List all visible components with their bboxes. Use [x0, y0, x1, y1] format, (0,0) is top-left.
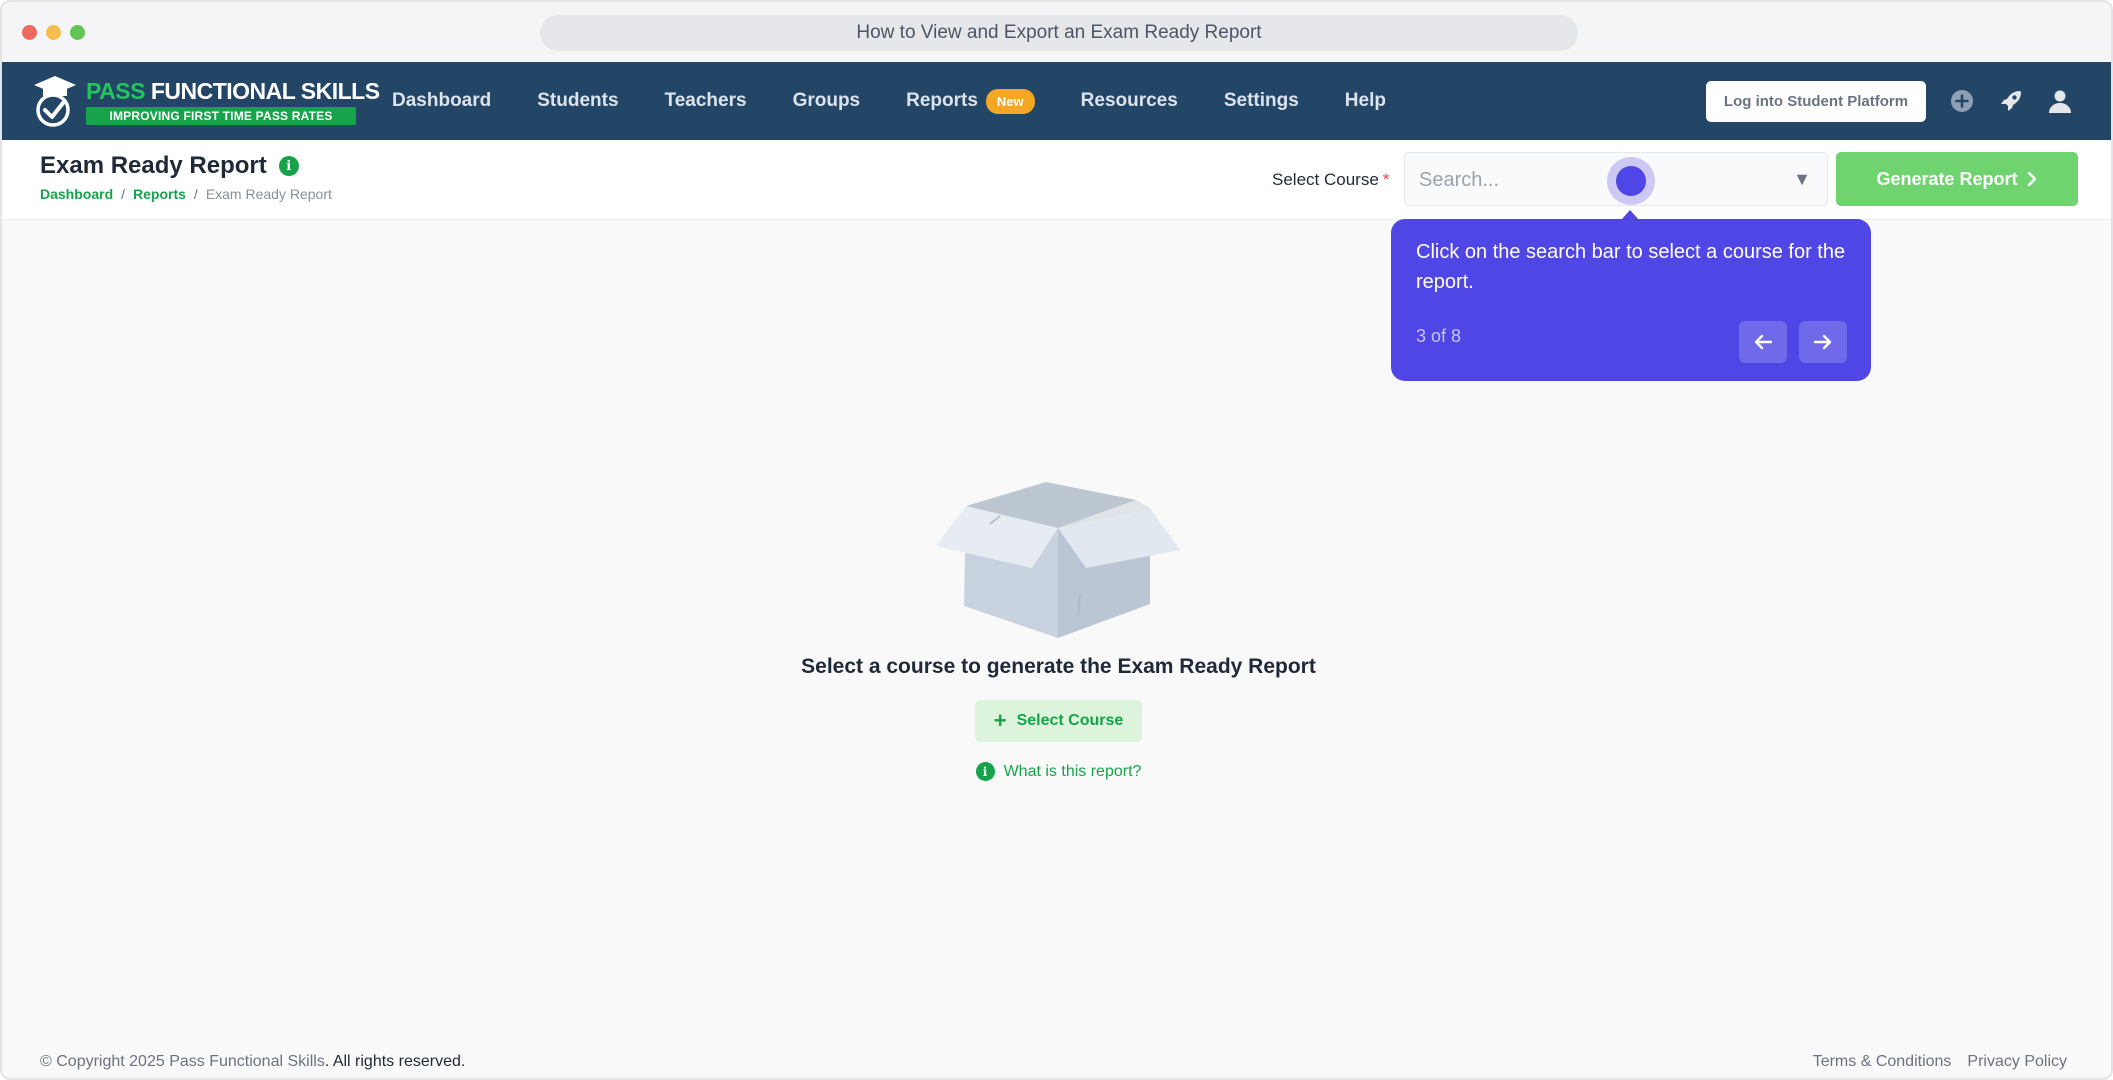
- select-course-button[interactable]: + Select Course: [975, 700, 1142, 742]
- plus-icon: +: [993, 708, 1007, 733]
- browser-window: How to View and Export an Exam Ready Rep…: [0, 0, 2113, 1080]
- breadcrumb-separator: /: [193, 186, 198, 202]
- nav-reports[interactable]: Reports New: [906, 88, 1035, 114]
- breadcrumb-dashboard[interactable]: Dashboard: [40, 186, 113, 202]
- nav-settings[interactable]: Settings: [1224, 90, 1299, 112]
- page-header: Exam Ready Report i Dashboard / Reports …: [2, 140, 2111, 220]
- tour-previous-button[interactable]: [1739, 321, 1787, 363]
- breadcrumb: Dashboard / Reports / Exam Ready Report: [40, 186, 332, 202]
- brand-name: PASS FUNCTIONAL SKILLS: [86, 78, 380, 104]
- top-navbar: PASS FUNCTIONAL SKILLS IMPROVING FIRST T…: [2, 62, 2111, 140]
- terms-link[interactable]: Terms & Conditions: [1813, 1053, 1952, 1071]
- tour-hotspot-dot: [1616, 166, 1646, 196]
- tooltip-step-counter: 3 of 8: [1416, 326, 1462, 346]
- tour-next-button[interactable]: [1799, 321, 1847, 363]
- chevron-down-icon[interactable]: ▼: [1793, 169, 1811, 190]
- main-nav: Dashboard Students Teachers Groups Repor…: [392, 62, 1432, 140]
- nav-students[interactable]: Students: [537, 90, 618, 112]
- nav-teachers[interactable]: Teachers: [665, 90, 747, 112]
- empty-box-illustration: [936, 482, 1180, 638]
- tour-hotspot[interactable]: [1607, 157, 1655, 205]
- arrow-right-icon: [1813, 334, 1832, 350]
- privacy-link[interactable]: Privacy Policy: [1967, 1053, 2067, 1071]
- brand-logo[interactable]: PASS FUNCTIONAL SKILLS IMPROVING FIRST T…: [32, 74, 380, 128]
- footer-links: Terms & Conditions Privacy Policy: [1813, 1053, 2067, 1071]
- rocket-icon[interactable]: [1998, 88, 2024, 114]
- nav-help[interactable]: Help: [1345, 90, 1386, 112]
- tooltip-text: Click on the search bar to select a cour…: [1416, 241, 1846, 293]
- tooltip-arrow: [1621, 210, 1639, 220]
- info-icon: i: [975, 762, 995, 781]
- close-window-button[interactable]: [22, 25, 37, 40]
- graduation-check-icon: [34, 76, 76, 127]
- select-course-label: Select Course *: [1272, 170, 1390, 189]
- nav-dashboard[interactable]: Dashboard: [392, 90, 491, 112]
- plus-circle-icon[interactable]: [1949, 88, 1975, 114]
- tour-tooltip: Click on the search bar to select a cour…: [1391, 210, 1871, 381]
- page-title: Exam Ready Report i: [40, 152, 299, 180]
- title-bar: How to View and Export an Exam Ready Rep…: [2, 2, 2111, 62]
- breadcrumb-reports[interactable]: Reports: [133, 186, 186, 202]
- new-badge: New: [985, 88, 1035, 114]
- chevron-right-icon: [2027, 171, 2036, 187]
- info-icon[interactable]: i: [278, 156, 299, 176]
- maximize-window-button[interactable]: [70, 25, 85, 40]
- what-is-this-report-link[interactable]: i What is this report?: [2, 762, 2111, 781]
- course-search-input[interactable]: [1419, 165, 1719, 195]
- nav-resources[interactable]: Resources: [1081, 90, 1178, 112]
- arrow-left-icon: [1754, 334, 1773, 350]
- breadcrumb-separator: /: [121, 186, 126, 202]
- nav-groups[interactable]: Groups: [793, 90, 861, 112]
- brand-tagline: IMPROVING FIRST TIME PASS RATES: [86, 107, 356, 125]
- minimize-window-button[interactable]: [46, 25, 61, 40]
- footer-copyright: © Copyright 2025 Pass Functional Skills.…: [40, 1053, 466, 1070]
- breadcrumb-current: Exam Ready Report: [205, 186, 332, 202]
- empty-state-title: Select a course to generate the Exam Rea…: [801, 655, 1316, 678]
- user-icon[interactable]: [2047, 88, 2073, 114]
- login-student-platform-button[interactable]: Log into Student Platform: [1706, 81, 1926, 122]
- generate-report-button[interactable]: Generate Report: [1836, 152, 2078, 206]
- address-bar[interactable]: How to View and Export an Exam Ready Rep…: [540, 15, 1578, 51]
- required-mark: *: [1382, 170, 1390, 189]
